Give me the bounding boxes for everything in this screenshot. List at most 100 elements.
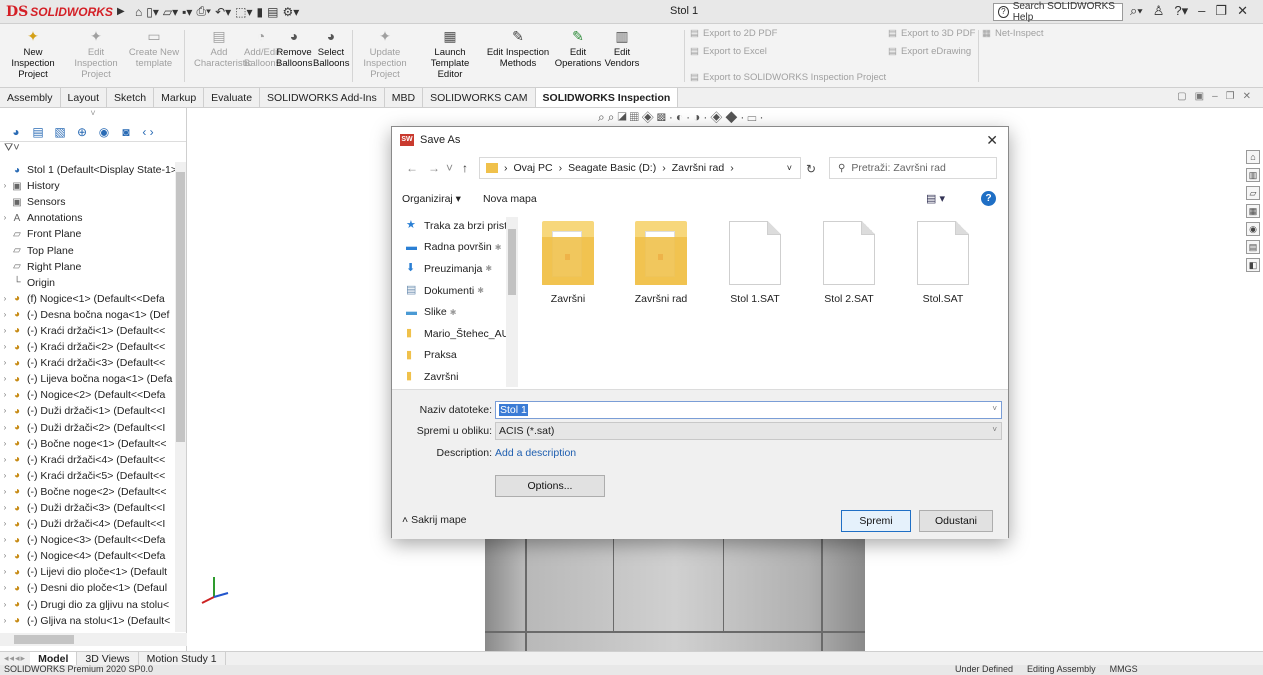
expand-arrow-icon[interactable]: › <box>0 452 10 468</box>
configuration-manager-icon[interactable]: ▧ <box>50 124 70 140</box>
edit-operations-button[interactable]: ✎ Edit Operations <box>550 28 606 69</box>
file-item[interactable]: Stol 2.SAT <box>813 221 885 305</box>
expand-arrow-icon[interactable]: › <box>0 210 10 226</box>
status-units[interactable]: MMGS <box>1110 665 1138 674</box>
rebuild-icon[interactable]: ▮ <box>257 5 264 19</box>
new-inspection-project-button[interactable]: ✦ New Inspection Project <box>2 28 64 80</box>
edit-inspection-project-button[interactable]: ✦ Edit Inspection Project <box>66 28 126 80</box>
print-icon[interactable]: ⎙▾ <box>196 4 211 19</box>
expand-arrow-icon[interactable]: › <box>0 323 10 339</box>
tree-item[interactable]: └ Origin <box>0 275 175 291</box>
new-document-icon[interactable]: ▯▾ <box>146 5 159 19</box>
expand-arrow-icon[interactable]: › <box>0 468 10 484</box>
tab-layout[interactable]: Layout <box>61 88 108 107</box>
expand-arrow-icon[interactable]: › <box>0 548 10 564</box>
help-icon[interactable]: ?▾ <box>1174 3 1188 19</box>
expand-arrow-icon[interactable]: › <box>0 500 10 516</box>
expand-arrow-icon[interactable]: › <box>0 178 10 194</box>
custom-properties-icon[interactable]: ▤ <box>1246 240 1260 254</box>
tab-sketch[interactable]: Sketch <box>107 88 155 107</box>
open-folder-icon[interactable]: ▱▾ <box>163 5 178 19</box>
export-sw-inspection-button[interactable]: ▤ Export to SOLIDWORKS Inspection Project <box>690 72 886 83</box>
expand-arrow-icon[interactable]: › <box>0 387 10 403</box>
tree-item[interactable]: › A Annotations <box>0 210 175 226</box>
appearances-icon[interactable]: ◉ <box>1246 222 1260 236</box>
dialog-close-icon[interactable]: ✕ <box>986 132 998 149</box>
chevron-down-icon[interactable]: ˅ <box>992 404 997 413</box>
file-item[interactable]: Stol 1.SAT <box>719 221 791 305</box>
savetype-select[interactable]: ACIS (*.sat) ˅ <box>495 422 1002 440</box>
nav-item[interactable]: ▮ Završni <box>392 366 518 387</box>
nav-item[interactable]: ▮ Praksa <box>392 345 518 367</box>
tree-item[interactable]: › ◕ (-) Lijevi dio ploče<1> (Default <box>0 564 175 580</box>
design-library-icon[interactable]: ▥ <box>1246 168 1260 182</box>
export-edrawing-button[interactable]: ▤ Export eDrawing <box>888 46 971 57</box>
up-arrow-icon[interactable]: ↑ <box>462 161 468 175</box>
dialog-help-icon[interactable]: ? <box>981 191 996 206</box>
pin-icon[interactable]: ✱ <box>495 243 502 252</box>
nav-item[interactable]: ▬ Radna površin ✱ <box>392 237 518 259</box>
export-excel-button[interactable]: ▤ Export to Excel <box>690 46 767 57</box>
expand-arrow-icon[interactable]: › <box>0 613 10 629</box>
file-explorer-icon[interactable]: ▱ <box>1246 186 1260 200</box>
panel-scroll-icon[interactable]: ‹ › <box>138 124 158 140</box>
expand-arrow-icon[interactable]: › <box>0 580 10 596</box>
dialog-title-bar[interactable]: SW Save As <box>392 127 1008 153</box>
refresh-icon[interactable]: ↻ <box>806 162 816 176</box>
feature-manager-icon[interactable]: ◕ <box>6 124 26 140</box>
expand-arrow-icon[interactable]: › <box>0 307 10 323</box>
save-button[interactable]: Spremi <box>841 510 911 532</box>
address-path[interactable]: › Ovaj PC › Seagate Basic (D:) › Završni… <box>479 157 801 179</box>
expand-arrow-icon[interactable]: › <box>0 371 10 387</box>
tree-item[interactable]: › ◕ (-) Nogice<4> (Default<<Defa <box>0 548 175 564</box>
tree-item[interactable]: ▣ Sensors <box>0 194 175 210</box>
undo-icon[interactable]: ↶▾ <box>215 5 231 19</box>
tree-vertical-scrollbar[interactable] <box>175 162 186 632</box>
cam-manager-icon[interactable]: ◙ <box>116 124 136 140</box>
tree-item[interactable]: › ◕ (-) Kraći držači<4> (Default<< <box>0 452 175 468</box>
expand-arrow-icon[interactable]: › <box>0 516 10 532</box>
home-icon[interactable]: ⌂ <box>135 5 142 19</box>
back-arrow-icon[interactable]: ← <box>406 161 418 175</box>
tree-item[interactable]: › ◕ (-) Kraći držači<2> (Default<< <box>0 339 175 355</box>
hide-folders-toggle[interactable]: ˄ Sakrij mape <box>402 514 467 526</box>
chevron-down-icon[interactable]: ˅ <box>992 425 997 434</box>
tab-assembly[interactable]: Assembly <box>0 88 61 107</box>
nav-item[interactable]: ⬇ Preuzimanja ✱ <box>392 258 518 280</box>
edit-inspection-methods-button[interactable]: ✎ Edit Inspection Methods <box>486 28 550 69</box>
tree-item[interactable]: › ◕ (-) Duži držači<1> (Default<<I <box>0 403 175 419</box>
nav-item[interactable]: ▬ Slike ✱ <box>392 301 518 323</box>
remove-balloons-button[interactable]: ◕ Remove Balloons <box>276 28 312 69</box>
expand-arrow-icon[interactable]: › <box>0 403 10 419</box>
tree-item[interactable]: › ◕ (-) Nogice<3> (Default<<Defa <box>0 532 175 548</box>
filter-icon[interactable]: ⛛˅ <box>0 142 186 158</box>
tab-addins[interactable]: SOLIDWORKS Add-Ins <box>260 88 385 107</box>
add-description-link[interactable]: Add a description <box>495 447 576 459</box>
select-balloons-button[interactable]: ◕ Select Balloons <box>313 28 349 69</box>
menu-arrow-icon[interactable]: ▶ <box>117 6 125 17</box>
tab-motion-study[interactable]: Motion Study 1 <box>139 651 226 666</box>
nav-pane-scrollbar[interactable] <box>506 217 518 387</box>
tab-inspection[interactable]: SOLIDWORKS Inspection <box>535 88 679 107</box>
chevron-down-icon[interactable]: ˅ <box>787 163 792 173</box>
tree-item[interactable]: ▱ Right Plane <box>0 259 175 275</box>
search-magnifier-icon[interactable]: ⌕▾ <box>1130 3 1143 19</box>
file-item[interactable]: Stol.SAT <box>907 221 979 305</box>
dimxpert-icon[interactable]: ⊕ <box>72 124 92 140</box>
options-button[interactable]: Options... <box>495 475 605 497</box>
add-edit-balloons-button[interactable]: ◔ Add/Edit Balloons <box>244 28 280 69</box>
tree-item[interactable]: › ◕ (-) Desni dio ploče<1> (Defaul <box>0 580 175 596</box>
tree-item[interactable]: › ◕ (-) Kraći držači<1> (Default<< <box>0 323 175 339</box>
pin-icon[interactable]: ✱ <box>450 308 457 317</box>
export-3d-pdf-button[interactable]: ▤ Export to 3D PDF <box>888 28 975 39</box>
doc-minimize-icon[interactable]: – <box>1212 91 1218 102</box>
pin-icon[interactable]: ✱ <box>477 286 484 295</box>
display-manager-icon[interactable]: ◉ <box>94 124 114 140</box>
scrollbar-thumb[interactable] <box>508 229 516 295</box>
tree-item[interactable]: ◕ Stol 1 (Default<Display State-1>) <box>0 162 175 178</box>
add-characteristic-button[interactable]: ▤ Add Characteristic <box>194 28 252 69</box>
pin-icon[interactable]: ✱ <box>485 264 492 273</box>
view-options-icon[interactable]: ▤ ▾ <box>926 192 945 205</box>
tree-item[interactable]: ›◕(-) Kučište za simens<1> (Defa <box>0 629 175 632</box>
tile-icon[interactable]: ▢ <box>1177 91 1186 102</box>
